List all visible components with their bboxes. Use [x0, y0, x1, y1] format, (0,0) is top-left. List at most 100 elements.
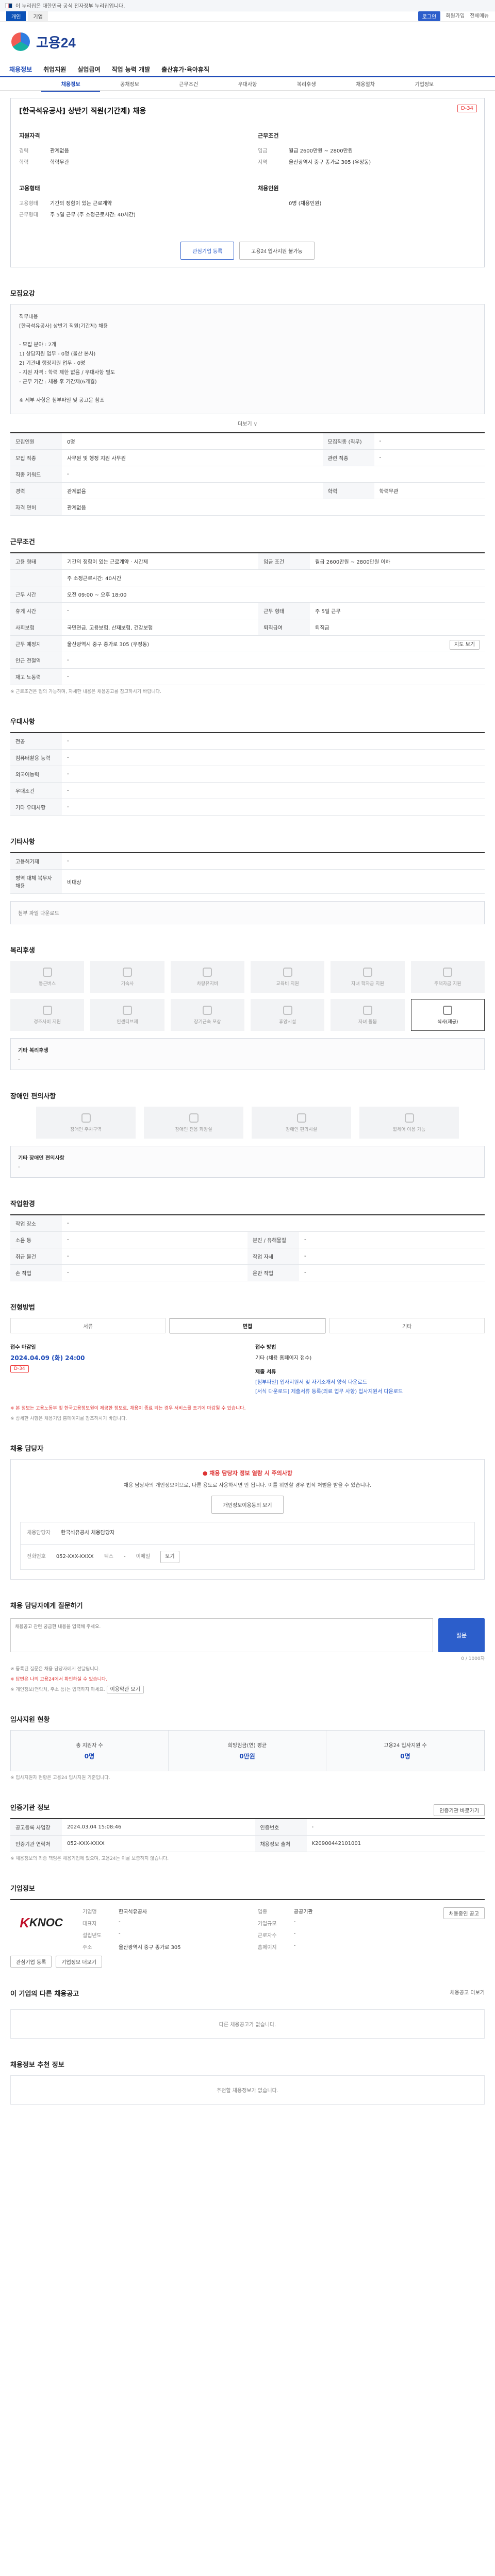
company-key: 업종 [257, 1909, 268, 1915]
table-row: 사회보험 국민연금, 고용보험, 산재보험, 건강보험 퇴직급여 퇴직금 [10, 619, 485, 636]
download-link[interactable]: [첨부파일] 입사지원서 및 자기소개서 양식 다운로드 [255, 1378, 485, 1387]
conditions-block: 근무조건 임금 월급 2600만원 ~ 2800만원 지역 울산광역시 중구 종가로… [258, 131, 476, 168]
subtab-process[interactable]: 채용절차 [336, 80, 394, 88]
welfare-extra-label: 기타 복리후생 [18, 1048, 48, 1054]
company-value: - [293, 1931, 296, 1937]
table-value: 주 5일 근무 [310, 602, 485, 619]
welfare-icon [203, 967, 212, 977]
table-value: 기간의 정함이 있는 근로계약 · 시간제 [62, 553, 259, 570]
login-link[interactable]: 로그인 [418, 11, 441, 21]
recruit-section: 모집요강 직무내용 [한국석유공사] 상반기 직원(기간제) 채용 - 모집 분… [10, 288, 485, 516]
welfare-item-label: 자녀 학자금 지원 [351, 981, 384, 987]
section-heading: 모집요강 [10, 290, 35, 298]
recommend-section: 채용정보 추천 정보 추천할 채용정보가 없습니다. [10, 2059, 485, 2105]
more-button[interactable]: 더보기 ∨ [10, 419, 485, 427]
qa-note: ※ 등록된 질문은 채용 담당자에게 전달됩니다. [10, 1667, 100, 1672]
map-button[interactable]: 지도 보기 [450, 640, 480, 650]
table-key: 인증번호 [255, 1819, 307, 1836]
kv-value: 월급 2600만원 ~ 2800만원 [289, 148, 353, 154]
company-jobs-button[interactable]: 채용중인 공고 [443, 1907, 485, 1919]
welfare-icon [283, 967, 292, 977]
company-interest-button[interactable]: 관심기업 등록 [10, 1956, 52, 1968]
gnb-item-training[interactable]: 직업 능력 개발 [112, 65, 151, 74]
gnb-item-leave[interactable]: 출산휴가·육아휴직 [161, 65, 209, 74]
interest-company-button[interactable]: 관심기업 등록 [180, 242, 235, 260]
manager-name: 한국석유공사 채용담당자 [61, 1530, 115, 1536]
privacy-consent-button[interactable]: 개인정보이용동의 보기 [211, 1496, 284, 1514]
stat-wage: 희망임금(연) 평균 0만원 [169, 1731, 326, 1771]
welfare-icon [42, 967, 52, 977]
email-view-button[interactable]: 보기 [160, 1551, 179, 1563]
terms-button[interactable]: 이용약관 보기 [106, 1686, 144, 1693]
table-value: 관계없음 [62, 499, 485, 516]
process-tab-etc[interactable]: 기타 [329, 1318, 485, 1333]
all-menu-link[interactable]: 전체메뉴 [470, 11, 489, 21]
table-value: - [62, 749, 485, 766]
table-row: 컴퓨터활용 능력 - [10, 749, 485, 766]
download-link[interactable]: [서식 다운로드] 제출서류 등록(의료 업무 사항) 입사지원서 다운로드 [255, 1387, 485, 1397]
deadline-date: 2024.04.09 (화) 24:00 [10, 1354, 85, 1362]
table-row: 근무 시간 오전 09:00 ~ 오후 18:00 [10, 586, 485, 603]
agency-link-button[interactable]: 인증기관 바로가기 [434, 1804, 485, 1816]
subtab-company[interactable]: 기업정보 [395, 80, 454, 88]
table-key: 작업 장소 [10, 1215, 62, 1232]
table-value: 비대상 [62, 869, 485, 894]
tab-personal[interactable]: 개인 [6, 11, 26, 21]
disability-item: 장애인 전용 화장실 [144, 1107, 243, 1139]
char-counter: 0 / 1000자 [461, 1656, 485, 1662]
email-label: 이메일 [136, 1554, 151, 1560]
company-info: 기업명 한국석유공사 업종 공공기관 대표자 - 기업규모 - 설립년도 - 근로자수 - 주소 울… [82, 1907, 433, 1951]
subtab-public[interactable]: 공채정보 [100, 80, 159, 88]
site-header: 고용24 [0, 22, 495, 62]
gnb-item-unemployment[interactable]: 실업급여 [77, 65, 100, 74]
table-key: 공고등록 사업장 [10, 1819, 62, 1836]
conditions-section: 근무조건 고용 형태 기간의 정함이 있는 근로계약 · 시간제 임금 조건 월급 2… [10, 536, 485, 696]
logo-icon[interactable] [11, 32, 30, 51]
welfare-item: 교육비 지원 [250, 961, 325, 993]
apply-button[interactable]: 고용24 입사지원 불가능 [239, 242, 315, 260]
etc-table: 고용허가제 - 병역 대체 복무자 채용 비대상 [10, 852, 485, 894]
stat-total: 총 지원자 수 0명 [11, 1731, 169, 1771]
recruit-description: 직무내용 [한국석유공사] 상반기 직원(기간제) 채용 - 모집 분야 : 2… [10, 304, 485, 414]
disability-item: 장애인 주차구역 [36, 1107, 136, 1139]
gnb-item-jobs[interactable]: 채용정보 [9, 65, 32, 74]
table-key: 작업 자세 [248, 1248, 299, 1265]
table-value: 2024.03.04 15:08:46 [62, 1819, 255, 1836]
manager-alert-text: 채용 담당자 정보 열람 시 주의사항 [209, 1470, 293, 1477]
conditions-table: 고용 형태 기간의 정함이 있는 근로계약 · 시간제 임금 조건 월급 2600만원… [10, 552, 485, 685]
gnb-item-support[interactable]: 취업지원 [43, 65, 66, 74]
question-submit-button[interactable]: 질문 [438, 1618, 485, 1652]
table-row: 외국어능력 - [10, 766, 485, 783]
subtab-welfare[interactable]: 복리후생 [277, 80, 336, 88]
company-key: 주소 [82, 1945, 92, 1951]
company-logo-text: KNOC [29, 1916, 63, 1929]
question-input[interactable] [10, 1618, 433, 1652]
process-tab-interview[interactable]: 면접 [170, 1318, 325, 1333]
table-row: 소음 등 - 분진 / 유해물질 - [10, 1231, 485, 1248]
site-logo[interactable]: 고용24 [36, 32, 76, 52]
employment-block: 고용형태 고용형태 기간의 정함이 있는 근로계약 근무형태 주 5일 근무 (주 … [19, 184, 237, 221]
preference-section: 우대사항 전공 - 컴퓨터활용 능력 - 외국어능력 - 우대조건 - 기타 우대사항 - [10, 716, 485, 816]
subtab-conditions[interactable]: 근무조건 [159, 80, 218, 88]
tab-company[interactable]: 기업 [28, 11, 48, 21]
kv-value: 관계없음 [50, 148, 69, 154]
table-key: 분진 / 유해물질 [248, 1231, 299, 1248]
welfare-item: 자녀 학자금 지원 [331, 961, 405, 993]
process-tab-docs[interactable]: 서류 [10, 1318, 166, 1333]
attachment-label[interactable]: 첨부 파일 다운로드 [18, 911, 59, 917]
table-key: 자격 면허 [10, 499, 62, 516]
table-value: 퇴직금 [310, 619, 485, 636]
company-more-button[interactable]: 기업정보 더보기 [56, 1956, 102, 1968]
manager-alert: ● 채용 담당자 정보 열람 시 주의사항 [20, 1469, 475, 1478]
subtab-preference[interactable]: 우대사항 [218, 80, 277, 88]
welfare-item-label: 통근버스 [39, 981, 56, 987]
kv-value: 0명 (채용인원) [289, 201, 322, 207]
table-value: 국민연금, 고용보험, 산재보험, 건강보험 [62, 619, 259, 636]
table-key: 모집직종 (직무) [322, 433, 374, 450]
subtab-recruit[interactable]: 채용정보 [41, 80, 101, 92]
signup-link[interactable]: 회원가입 [446, 11, 465, 21]
workplace-table: 작업 장소 - 소음 등 - 분진 / 유해물질 - 취급 물건 - 작업 자세 - 손 작업… [10, 1214, 485, 1281]
table-row: 고용허가제 - [10, 853, 485, 870]
docs-label: 제출 서류 [255, 1369, 276, 1375]
same-company-more-link[interactable]: 채용공고 더보기 [450, 1988, 485, 2004]
